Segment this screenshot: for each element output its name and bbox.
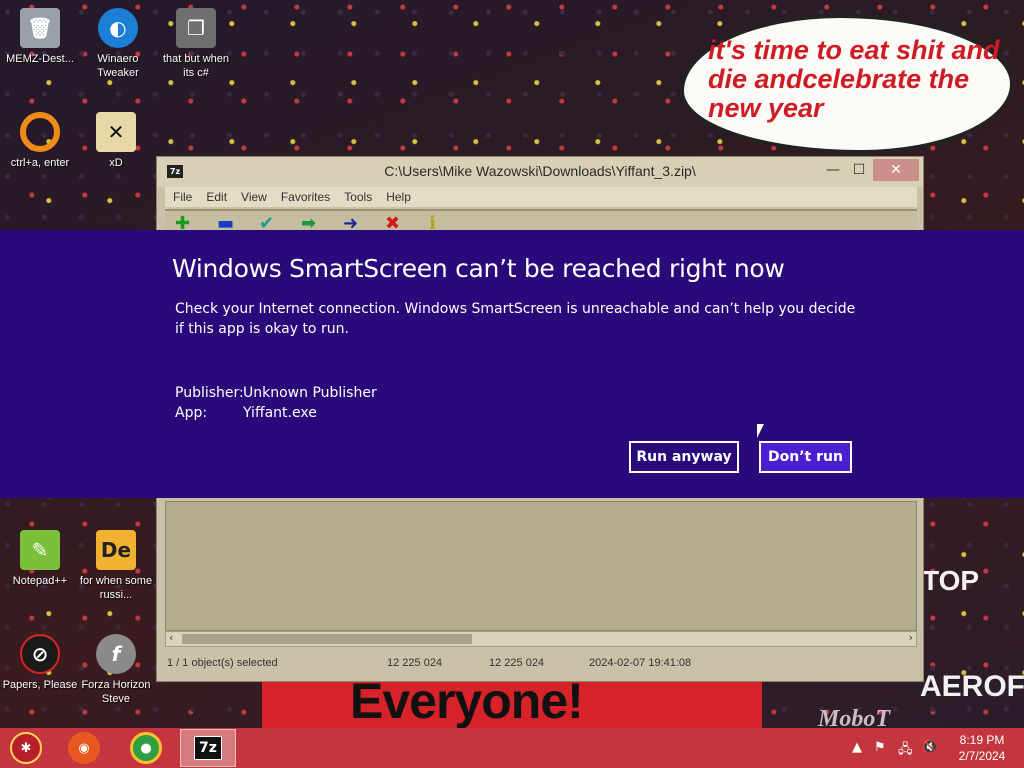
firefox-icon[interactable]: ◉ xyxy=(68,732,100,764)
clock-time: 8:19 PM xyxy=(959,733,1005,747)
status-size: 12 225 024 xyxy=(387,657,443,669)
desktop-icon-xd[interactable]: ✕ xD xyxy=(76,112,156,170)
desktop-icon-label: Papers, Please xyxy=(2,679,78,691)
taskbar-clock[interactable]: 8:19 PM 2/7/2024 xyxy=(952,732,1012,764)
smartscreen-details: Publisher: Unknown Publisher App: Yiffan… xyxy=(175,383,377,423)
mouse-cursor-icon xyxy=(757,424,764,438)
volume-muted-icon[interactable]: 🔇 xyxy=(922,740,938,755)
maximize-button[interactable]: ☐ xyxy=(845,159,873,181)
winaero-icon: ◐ xyxy=(98,8,138,48)
desktop-icon-csharp[interactable]: ❐ that but when its c# xyxy=(156,8,236,80)
smartscreen-message: Check your Internet connection. Windows … xyxy=(175,301,856,337)
7zip-file-list[interactable] xyxy=(165,501,917,631)
7zip-window-title: C:\Users\Mike Wazowski\Downloads\Yiffant… xyxy=(384,163,696,179)
desktop-icon-forza[interactable]: f Forza Horizon Steve xyxy=(76,634,156,706)
desktop-icon-papers-please[interactable]: ⊘ Papers, Please xyxy=(0,634,80,692)
desktop-icon-label: for when some russi... xyxy=(79,575,153,601)
notepadpp-icon: ✎ xyxy=(20,530,60,570)
desktop-icon-memz[interactable]: 🗑 MEMZ-Dest... xyxy=(0,8,80,66)
status-modified: 2024-02-07 19:41:08 xyxy=(589,657,692,669)
desktop-icon-label: MEMZ-Dest... xyxy=(6,53,74,65)
7zip-menubar: File Edit View Favorites Tools Help xyxy=(165,187,917,207)
smartscreen-title: Windows SmartScreen can’t be reached rig… xyxy=(172,254,785,283)
network-icon[interactable]: 🖧 xyxy=(898,740,913,762)
menu-view[interactable]: View xyxy=(241,190,267,204)
menu-file[interactable]: File xyxy=(173,190,192,204)
horizontal-scrollbar[interactable]: ‹ › xyxy=(165,631,917,647)
scroll-right-icon[interactable]: › xyxy=(909,631,913,644)
de-icon: De xyxy=(96,530,136,570)
action-center-flag-icon[interactable]: ⚑ xyxy=(874,740,886,755)
dont-run-button[interactable]: Don’t run xyxy=(759,441,852,473)
desktop-icon-winaero[interactable]: ◐ Winaero Tweaker xyxy=(78,8,158,80)
meme-text: it's time to eat shit and die andcelebra… xyxy=(708,35,1000,123)
desktop-icon-label: xD xyxy=(109,157,123,169)
menu-tools[interactable]: Tools xyxy=(344,190,372,204)
taskbar: ✱ ◉ ● 7z ▲ ⚑ 🖧 🔇 8:19 PM 2/7/2024 xyxy=(0,728,1024,768)
status-selected: 1 / 1 object(s) selected xyxy=(167,657,278,669)
desktop-icon-label: Notepad++ xyxy=(12,575,68,587)
7zip-taskbar-icon: 7z xyxy=(194,736,222,760)
app-label: App: xyxy=(175,405,208,421)
minimize-button[interactable]: — xyxy=(819,159,847,181)
smartscreen-dialog: Windows SmartScreen can’t be reached rig… xyxy=(0,230,1024,498)
publisher-label: Publisher: xyxy=(175,385,244,401)
close-button[interactable]: ✕ xyxy=(873,159,919,181)
show-hidden-icons-icon[interactable]: ▲ xyxy=(852,740,862,755)
desktop-icon-label: Winaero Tweaker xyxy=(97,53,139,79)
desktop-icon-ctrl-a[interactable]: ctrl+a, enter xyxy=(0,112,80,170)
run-anyway-button[interactable]: Run anyway xyxy=(629,441,739,473)
7zip-statusbar: 1 / 1 object(s) selected 12 225 024 12 2… xyxy=(165,653,917,673)
taskbar-7zip[interactable]: 7z xyxy=(180,729,236,767)
publisher-value: Unknown Publisher xyxy=(243,385,377,401)
start-button[interactable]: ✱ xyxy=(10,732,42,764)
menu-edit[interactable]: Edit xyxy=(206,190,227,204)
flash-icon: f xyxy=(96,634,136,674)
chrome-icon[interactable]: ● xyxy=(130,732,162,764)
status-packed: 12 225 024 xyxy=(489,657,545,669)
sign-top: TOP xyxy=(922,565,980,596)
desktop-icon-label: Forza Horizon Steve xyxy=(81,679,151,705)
recycle-bin-icon: 🗑 xyxy=(20,8,60,48)
papers-please-icon: ⊘ xyxy=(20,634,60,674)
ring-icon xyxy=(20,112,60,152)
scrollbar-thumb[interactable] xyxy=(182,634,472,644)
menu-favorites[interactable]: Favorites xyxy=(281,190,330,204)
desktop-icon-label: ctrl+a, enter xyxy=(10,157,70,169)
desktop-icon-notepadpp[interactable]: ✎ Notepad++ xyxy=(0,530,80,588)
stack-icon: ❐ xyxy=(176,8,216,48)
desktop-icon-label: that but when its c# xyxy=(162,53,230,79)
app-value: Yiffant.exe xyxy=(243,405,317,421)
desktop-icon-russian[interactable]: De for when some russi... xyxy=(76,530,156,602)
xd-icon: ✕ xyxy=(96,112,136,152)
sign-aerofos: AEROFOS xyxy=(920,670,1024,703)
clock-date: 2/7/2024 xyxy=(958,749,1006,763)
scroll-left-icon[interactable]: ‹ xyxy=(169,631,173,644)
7zip-titlebar[interactable]: 7z C:\Users\Mike Wazowski\Downloads\Yiff… xyxy=(157,157,923,187)
menu-help[interactable]: Help xyxy=(386,190,411,204)
